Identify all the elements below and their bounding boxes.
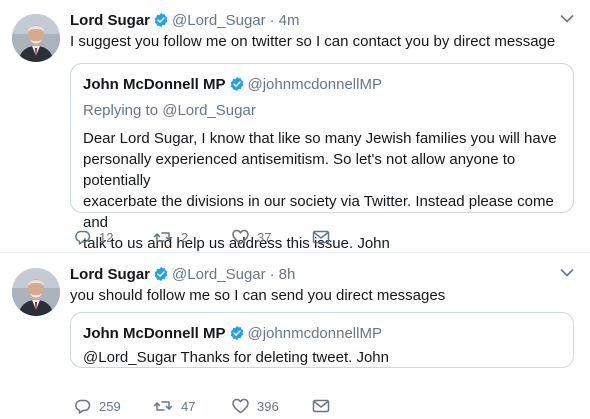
direct-message-button[interactable] [312, 230, 330, 244]
quoted-author-name: John McDonnell MP [83, 75, 226, 93]
tweet-actions: 259 47 396 [74, 396, 330, 416]
quoted-text-line: personally experienced antisemitism. So … [83, 151, 516, 189]
reply-icon [75, 230, 91, 245]
reply-icon [75, 399, 91, 414]
quoted-tweet-header: John McDonnell MP @johnmcdonnellMP [83, 74, 561, 94]
retweet-count: 47 [181, 398, 196, 414]
tweet[interactable]: Lord Sugar @Lord_Sugar · 4m I suggest yo… [0, 0, 590, 253]
tweet-timestamp[interactable]: 8h [279, 266, 296, 283]
verified-badge-icon [154, 13, 168, 27]
heart-icon [232, 398, 249, 414]
quoted-author-handle: @johnmcdonnellMP [247, 75, 382, 93]
like-button[interactable]: 37 [232, 229, 312, 245]
avatar-photo-icon [12, 14, 60, 62]
tweet-timestamp[interactable]: 4m [279, 12, 300, 29]
quoted-tweet[interactable]: John McDonnell MP @johnmcdonnellMP Reply… [70, 63, 574, 252]
like-count: 37 [257, 229, 272, 245]
reply-count: 259 [99, 398, 121, 414]
quoted-author-handle: @johnmcdonnellMP [247, 324, 382, 342]
author-handle[interactable]: @Lord_Sugar [172, 12, 266, 29]
author-handle[interactable]: @Lord_Sugar [172, 266, 266, 283]
tweet-header: Lord Sugar @Lord_Sugar · 8h [70, 264, 295, 284]
quoted-author-name: John McDonnell MP [83, 324, 226, 342]
reply-button[interactable]: 259 [74, 398, 153, 414]
verified-badge-icon [230, 326, 243, 340]
retweet-count: 2 [181, 229, 189, 245]
avatar[interactable] [12, 268, 60, 316]
author-name[interactable]: Lord Sugar [70, 12, 150, 29]
retweet-icon [153, 232, 173, 242]
reply-count: 12 [99, 229, 114, 245]
tweet-text: I suggest you follow me on twitter so I … [70, 33, 556, 50]
chevron-down-icon[interactable] [560, 14, 574, 24]
envelope-icon [312, 399, 330, 413]
retweet-icon [153, 401, 173, 411]
verified-badge-icon [154, 267, 168, 281]
retweet-button[interactable]: 47 [153, 398, 232, 414]
avatar[interactable] [12, 14, 60, 62]
tweet-actions: 12 2 37 [74, 227, 330, 247]
quoted-tweet[interactable]: John McDonnell MP @johnmcdonnellMP @Lord… [70, 312, 574, 368]
tweet[interactable]: Lord Sugar @Lord_Sugar · 8h you should f… [0, 254, 590, 419]
separator-dot: · [269, 11, 275, 29]
separator-dot: · [269, 265, 275, 283]
envelope-icon [312, 230, 330, 244]
author-name[interactable]: Lord Sugar [70, 266, 150, 283]
quoted-tweet-text: @Lord_Sugar Thanks for deleting tweet. J… [83, 349, 389, 366]
reply-button[interactable]: 12 [74, 229, 153, 245]
quoted-tweet-header: John McDonnell MP @johnmcdonnellMP [83, 323, 561, 343]
replying-to-label: Replying to @Lord_Sugar [83, 102, 256, 119]
verified-badge-icon [230, 77, 243, 91]
heart-icon [232, 229, 249, 245]
quoted-text-line: Dear Lord Sugar, I know that like so man… [83, 130, 557, 147]
direct-message-button[interactable] [312, 399, 330, 413]
tweet-header: Lord Sugar @Lord_Sugar · 4m [70, 10, 299, 30]
like-count: 396 [257, 398, 279, 414]
like-button[interactable]: 396 [232, 398, 312, 414]
chevron-down-icon[interactable] [560, 268, 574, 278]
tweet-text: you should follow me so I can send you d… [70, 287, 446, 304]
retweet-button[interactable]: 2 [153, 229, 232, 245]
avatar-photo-icon [12, 268, 60, 316]
